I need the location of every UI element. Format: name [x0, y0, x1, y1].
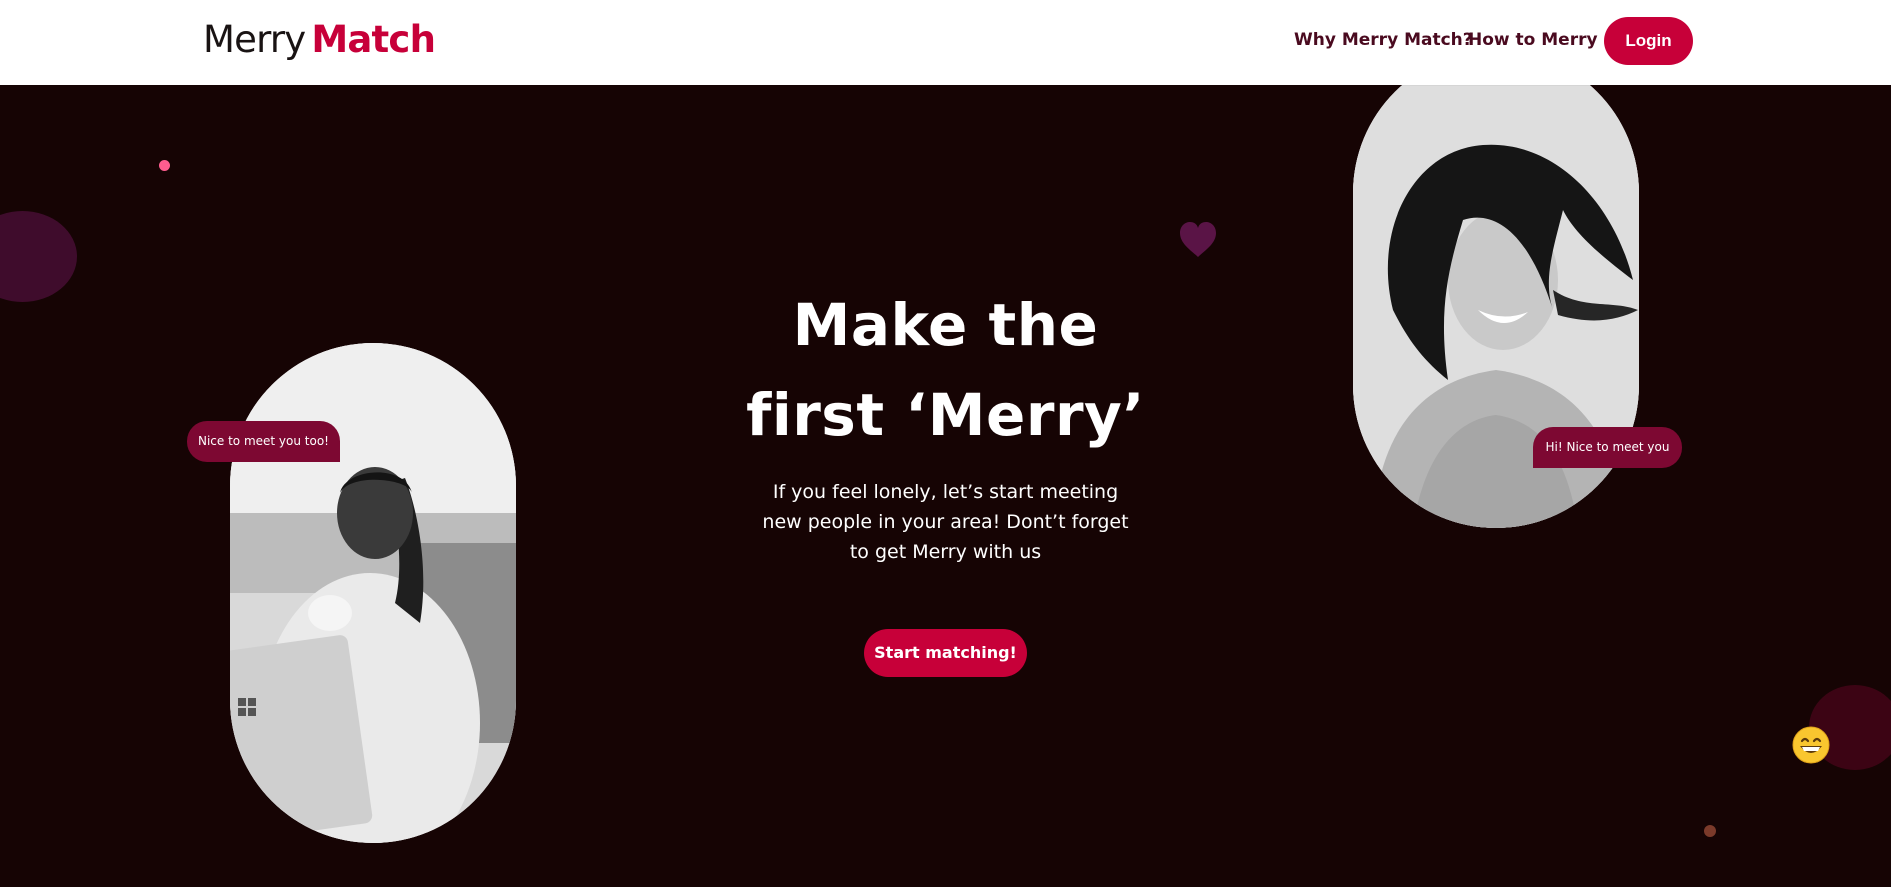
hero-title-line2: first ‘Merry’	[746, 381, 1145, 449]
start-matching-button[interactable]: Start matching!	[864, 629, 1027, 677]
logo[interactable]: Merry Match	[203, 17, 436, 62]
logo-merry-text: Merry	[203, 18, 306, 61]
chat-bubble-left: Nice to meet you too!	[187, 421, 340, 462]
decorative-circle-left	[0, 211, 77, 302]
grinning-face-icon	[1792, 726, 1830, 764]
logo-match-text: Match	[311, 18, 436, 61]
profile-photo-left	[230, 343, 516, 843]
nav-how-to-merry[interactable]: How to Merry	[1468, 28, 1598, 52]
decorative-dot-orange	[1704, 825, 1716, 837]
hero-title-line1: Make the	[792, 291, 1099, 359]
login-button[interactable]: Login	[1604, 17, 1693, 65]
hero-section: Nice to meet you too! Hi! Nice to meet y…	[0, 85, 1891, 887]
nav-why-merry-match[interactable]: Why Merry Match?	[1294, 28, 1473, 52]
decorative-dot-pink	[159, 160, 170, 171]
hero-subtitle: If you feel lonely, let’s start meeting …	[762, 481, 1129, 563]
hero-title: Make the first ‘Merry’	[700, 280, 1191, 460]
chat-bubble-right: Hi! Nice to meet you	[1533, 427, 1682, 468]
site-header: Merry Match Why Merry Match? How to Merry…	[0, 0, 1891, 85]
heart-icon	[1180, 222, 1216, 257]
